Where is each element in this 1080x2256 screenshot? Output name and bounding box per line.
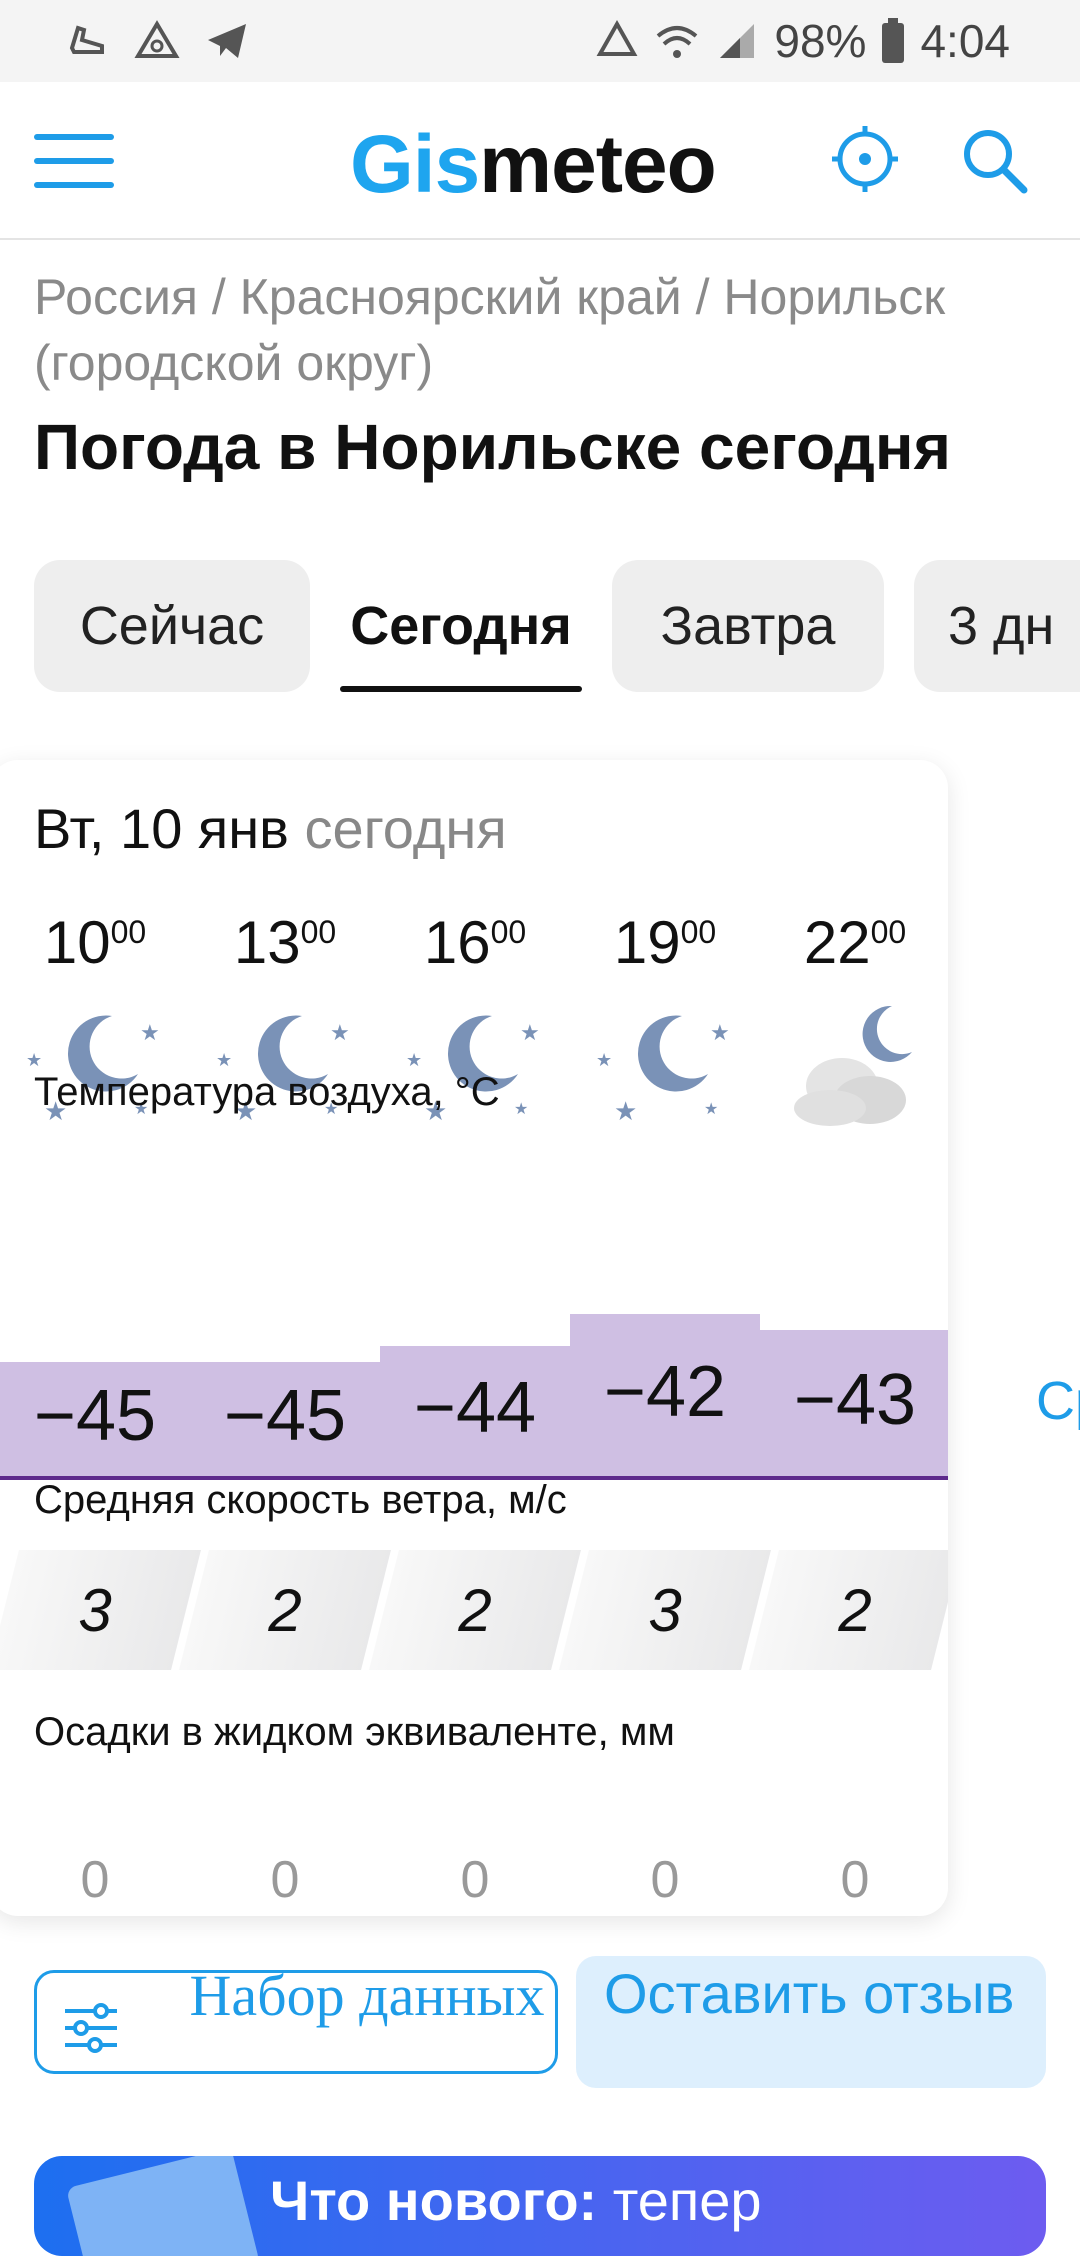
date-sub-label: сегодня <box>304 797 507 860</box>
precipitation-row: 0 0 0 0 0 <box>0 1850 948 1910</box>
feedback-label: Оставить отзыв <box>604 1962 1015 2025</box>
temp-value: −43 <box>793 1360 917 1440</box>
location-target-icon[interactable] <box>830 124 900 194</box>
precip-value: 0 <box>840 1851 870 1909</box>
data-set-button[interactable]: Набор данных <box>34 1965 558 2074</box>
sliders-icon <box>65 2003 117 2053</box>
wind-label: Средняя скорость ветра, м/с <box>34 1478 567 1522</box>
battery-icon <box>882 18 905 63</box>
wind-value: 2 <box>458 1576 492 1644</box>
banner-illustration <box>66 2156 260 2256</box>
app-header: Gismeteo <box>0 82 1080 240</box>
weather-icons-row: ★ ★ ★ ★ ★ ★ ★ ★ ★ ★ ★ ★ ★ ★ ★ ★ <box>0 996 948 1136</box>
wind-cell: 3 <box>0 1550 201 1670</box>
temperature-row: −45 −45 −44 −42 −43 <box>0 1300 948 1480</box>
banner-text: Что нового: тепер <box>270 2169 762 2232</box>
data-saver-icon <box>596 19 638 56</box>
moon-stars-icon: ★ ★ ★ ★ <box>380 996 570 1136</box>
hour-label: 1300 <box>233 909 337 976</box>
wind-value: 3 <box>78 1576 112 1644</box>
moon-stars-icon: ★ ★ ★ ★ <box>570 996 760 1136</box>
status-right: 98% 4:04 <box>594 14 1010 68</box>
temp-value: −44 <box>413 1368 537 1448</box>
temp-bar: −43 <box>760 1330 948 1480</box>
status-left-icons <box>64 18 250 64</box>
menu-icon[interactable] <box>34 134 114 190</box>
moon-cloud-icon <box>760 996 948 1136</box>
telegram-icon <box>208 24 246 58</box>
data-set-label: Набор данных <box>189 1963 545 2028</box>
whats-new-banner[interactable]: Что нового: тепер <box>34 2156 1046 2256</box>
feedback-button[interactable]: Оставить отзыв <box>576 1956 1046 2088</box>
date-label: Вт, 10 янв <box>34 797 289 860</box>
svg-text:★: ★ <box>710 1020 730 1045</box>
hour-label: 2200 <box>803 909 907 976</box>
temp-bar: −45 <box>190 1362 380 1480</box>
svg-text:★: ★ <box>330 1020 350 1045</box>
wind-value: 2 <box>268 1576 302 1644</box>
wind-row: 3 2 2 3 2 <box>0 1550 948 1670</box>
clock: 4:04 <box>920 15 1010 67</box>
wifi-icon <box>657 26 698 58</box>
temp-value: −42 <box>603 1352 727 1432</box>
svg-text:★: ★ <box>140 1020 160 1045</box>
tab-3-days[interactable]: 3 дн <box>914 560 1080 692</box>
precipitation-label: Осадки в жидком эквиваленте, мм <box>34 1710 675 1754</box>
svg-text:★: ★ <box>596 1050 612 1070</box>
wind-cell: 2 <box>179 1550 391 1670</box>
status-bar: 98% 4:04 <box>0 0 1080 82</box>
logo-part-gis: Gis <box>350 119 480 210</box>
svg-text:★: ★ <box>704 1101 718 1118</box>
temp-bar: −44 <box>380 1346 570 1480</box>
moon-stars-icon: ★ ★ ★ ★ <box>190 996 380 1136</box>
temperature-label: Температура воздуха, °C <box>34 1070 500 1114</box>
tab-now[interactable]: Сейчас <box>34 560 310 692</box>
tab-tomorrow[interactable]: Завтра <box>612 560 884 692</box>
breadcrumb[interactable]: Россия / Красноярский край / Норильск (г… <box>34 264 1034 396</box>
wind-value: 2 <box>838 1576 872 1644</box>
temp-bar: −42 <box>570 1314 760 1480</box>
svg-text:★: ★ <box>614 1096 637 1126</box>
precip-value: 0 <box>80 1851 110 1909</box>
wind-cell: 3 <box>559 1550 771 1670</box>
hours-row: 1000 1300 1600 1900 2200 <box>0 908 948 977</box>
svg-text:★: ★ <box>514 1101 528 1118</box>
precip-value: 0 <box>460 1851 490 1909</box>
svg-text:★: ★ <box>406 1050 422 1070</box>
shoe-icon <box>69 25 104 54</box>
svg-text:★: ★ <box>216 1050 232 1070</box>
precip-value: 0 <box>650 1851 680 1909</box>
search-icon[interactable] <box>958 124 1030 196</box>
logo-part-meteo: meteo <box>479 119 717 210</box>
wind-cell: 2 <box>369 1550 581 1670</box>
next-day-link[interactable]: Ср <box>1036 1370 1080 1432</box>
page-title: Погода в Норильске сегодня <box>34 411 951 483</box>
period-tabs: Сейчас Сегодня Завтра 3 дн <box>34 560 1080 692</box>
hour-label: 1900 <box>613 909 717 976</box>
wind-cell: 2 <box>749 1550 948 1670</box>
svg-text:★: ★ <box>520 1020 540 1045</box>
hour-label: 1600 <box>423 909 527 976</box>
temp-value: −45 <box>33 1376 157 1456</box>
battery-percent: 98% <box>774 15 867 67</box>
precip-value: 0 <box>270 1851 300 1909</box>
tab-today[interactable]: Сегодня <box>340 560 582 692</box>
triangle-app-icon <box>134 20 180 58</box>
hour-label: 1000 <box>43 909 147 976</box>
temp-value: −45 <box>223 1376 347 1456</box>
card-date: Вт, 10 янв сегодня <box>34 796 507 861</box>
forecast-card: Вт, 10 янв сегодня 1000 1300 1600 1900 2… <box>0 760 948 1916</box>
temp-bar: −45 <box>0 1362 190 1480</box>
wind-value: 3 <box>648 1576 682 1644</box>
svg-text:★: ★ <box>26 1050 42 1070</box>
logo[interactable]: Gismeteo <box>350 118 717 212</box>
signal-icon <box>720 24 755 58</box>
moon-stars-icon: ★ ★ ★ ★ <box>0 996 190 1136</box>
